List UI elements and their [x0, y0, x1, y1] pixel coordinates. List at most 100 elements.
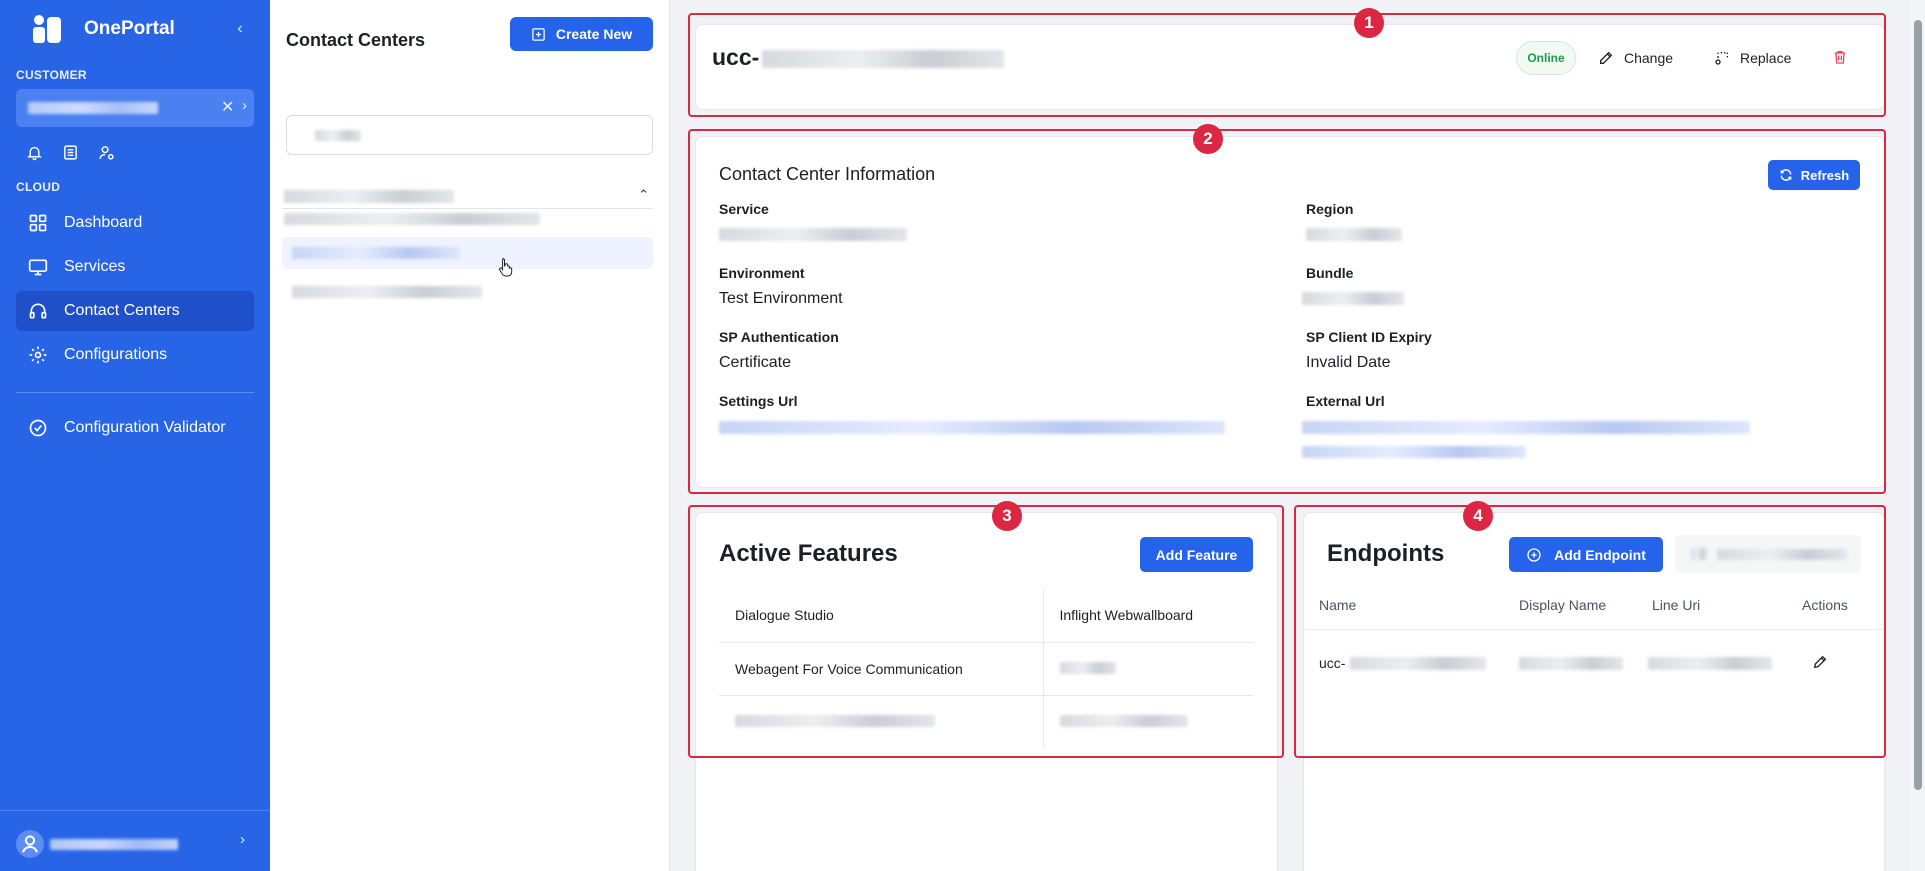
contact-center-info-card: [695, 136, 1885, 488]
region-label: Region: [1306, 201, 1354, 217]
add-feature-label: Add Feature: [1155, 546, 1238, 563]
feature-cell[interactable]: [1043, 695, 1253, 748]
chevron-up-icon[interactable]: ⌃: [638, 187, 649, 203]
table-row: Dialogue Studio Inflight Webwallboard: [719, 589, 1253, 643]
nav-label: Dashboard: [64, 214, 143, 231]
feature-cell[interactable]: [1043, 642, 1253, 696]
annotation-badge-1: 1: [1354, 8, 1384, 38]
group-header[interactable]: ⌃: [282, 187, 653, 209]
user-name-redacted: [50, 839, 178, 850]
list-item-redacted: [292, 286, 482, 298]
external-url-label: External Url: [1306, 393, 1385, 409]
contact-centers-panel: Contact Centers Create New ⌃: [270, 0, 670, 871]
sp-client-id-expiry-label: SP Client ID Expiry: [1306, 329, 1432, 345]
nav-configuration-validator[interactable]: Configuration Validator: [16, 408, 254, 448]
endpoint-filter-select[interactable]: [1675, 535, 1861, 573]
annotation-badge-4: 4: [1463, 501, 1493, 531]
replace-icon: [1715, 52, 1728, 65]
settings-url-label: Settings Url: [719, 393, 798, 409]
add-feature-button[interactable]: Add Feature: [1140, 537, 1253, 572]
status-badge: Online: [1516, 41, 1576, 75]
nav-label: Services: [64, 258, 126, 275]
nav-label: Contact Centers: [64, 302, 180, 319]
brand[interactable]: OnePortal: [30, 14, 175, 44]
nav-dashboard[interactable]: Dashboard: [16, 203, 254, 243]
sidebar: OnePortal ‹ CUSTOMER ✕ › CLOUD Dashboard…: [0, 0, 270, 871]
page-scrollbar[interactable]: [1911, 0, 1925, 871]
feature-cell[interactable]: Dialogue Studio: [719, 589, 1044, 643]
region-value-redacted: [1306, 228, 1402, 241]
headset-icon: [28, 301, 48, 321]
nav-label: Configuration Validator: [64, 419, 226, 436]
bell-icon[interactable]: [26, 144, 43, 161]
external-url-link[interactable]: [1302, 421, 1750, 434]
customer-selector[interactable]: ✕ ›: [16, 89, 254, 127]
group-subtitle-redacted: [284, 213, 540, 225]
sp-authentication-value: Certificate: [719, 354, 792, 371]
table-row: [719, 695, 1253, 748]
hand-cursor-icon: [499, 258, 513, 277]
gear-icon: [28, 345, 48, 365]
column-header-line-uri[interactable]: Line Uri: [1652, 597, 1700, 613]
change-label: Change: [1624, 50, 1674, 66]
features-table: Dialogue Studio Inflight Webwallboard We…: [719, 589, 1253, 748]
column-header-display-name[interactable]: Display Name: [1519, 597, 1606, 613]
plus-circle-icon: [1527, 547, 1541, 562]
nav-contact-centers[interactable]: Contact Centers: [16, 291, 254, 331]
customer-name-redacted: [28, 102, 158, 114]
group-name-redacted: [284, 190, 454, 203]
endpoints-title: Endpoints: [1327, 540, 1445, 567]
user-profile[interactable]: ›: [0, 810, 270, 871]
user-settings-icon[interactable]: [98, 144, 115, 161]
feature-cell[interactable]: [719, 695, 1044, 748]
clear-customer-icon[interactable]: ✕: [221, 97, 234, 117]
nav-configurations[interactable]: Configurations: [16, 335, 254, 375]
create-new-button[interactable]: Create New: [510, 17, 653, 51]
endpoint-name: ucc-: [1319, 655, 1346, 671]
search-input[interactable]: [286, 115, 653, 155]
refresh-button[interactable]: Refresh: [1768, 160, 1860, 190]
list-item[interactable]: [282, 276, 653, 308]
nav-services[interactable]: Services: [16, 247, 254, 287]
scrollbar-thumb[interactable]: [1914, 20, 1922, 790]
change-button[interactable]: Change: [1598, 41, 1673, 75]
sp-client-id-expiry-value: Invalid Date: [1306, 354, 1391, 371]
customer-section-label: CUSTOMER: [16, 68, 87, 82]
active-features-title: Active Features: [719, 540, 898, 567]
settings-url-link[interactable]: [719, 421, 1225, 434]
nav-label: Configurations: [64, 346, 168, 363]
chevron-right-icon[interactable]: ›: [242, 97, 247, 114]
plus-square-icon: [532, 27, 545, 41]
brand-name: OnePortal: [84, 18, 175, 39]
annotation-badge-3: 3: [992, 501, 1022, 531]
external-url-link-line2[interactable]: [1302, 446, 1526, 458]
list-item[interactable]: [282, 237, 653, 277]
endpoint-name-redacted: [1350, 657, 1486, 670]
collapse-sidebar-icon[interactable]: ‹: [230, 18, 250, 40]
filter-icon-redacted: [1691, 548, 1707, 560]
endpoint-line-uri-redacted: [1648, 657, 1772, 670]
quick-actions: [26, 144, 115, 161]
feature-cell[interactable]: Webagent For Voice Communication: [719, 642, 1044, 696]
trash-icon[interactable]: [1832, 48, 1848, 66]
add-endpoint-label: Add Endpoint: [1554, 546, 1646, 563]
pencil-icon[interactable]: [1812, 654, 1830, 672]
service-value-redacted: [719, 228, 907, 241]
replace-button[interactable]: Replace: [1714, 41, 1791, 75]
contact-center-name-redacted: [762, 50, 1004, 68]
filter-value-redacted: [1717, 549, 1847, 560]
search-value-redacted: [315, 130, 361, 141]
monitor-icon: [28, 257, 48, 277]
sp-authentication-label: SP Authentication: [719, 329, 839, 345]
list-icon[interactable]: [62, 144, 79, 161]
feature-redacted: [1059, 661, 1116, 674]
column-header-name[interactable]: Name: [1319, 597, 1356, 613]
feature-cell[interactable]: Inflight Webwallboard: [1043, 589, 1253, 643]
annotation-badge-2: 2: [1193, 124, 1223, 154]
check-circle-icon: [28, 418, 48, 438]
environment-label: Environment: [719, 265, 805, 281]
chevron-right-icon[interactable]: ›: [240, 831, 245, 848]
table-divider: [1303, 629, 1885, 630]
add-endpoint-button[interactable]: Add Endpoint: [1509, 537, 1663, 572]
grid-icon: [28, 213, 48, 233]
